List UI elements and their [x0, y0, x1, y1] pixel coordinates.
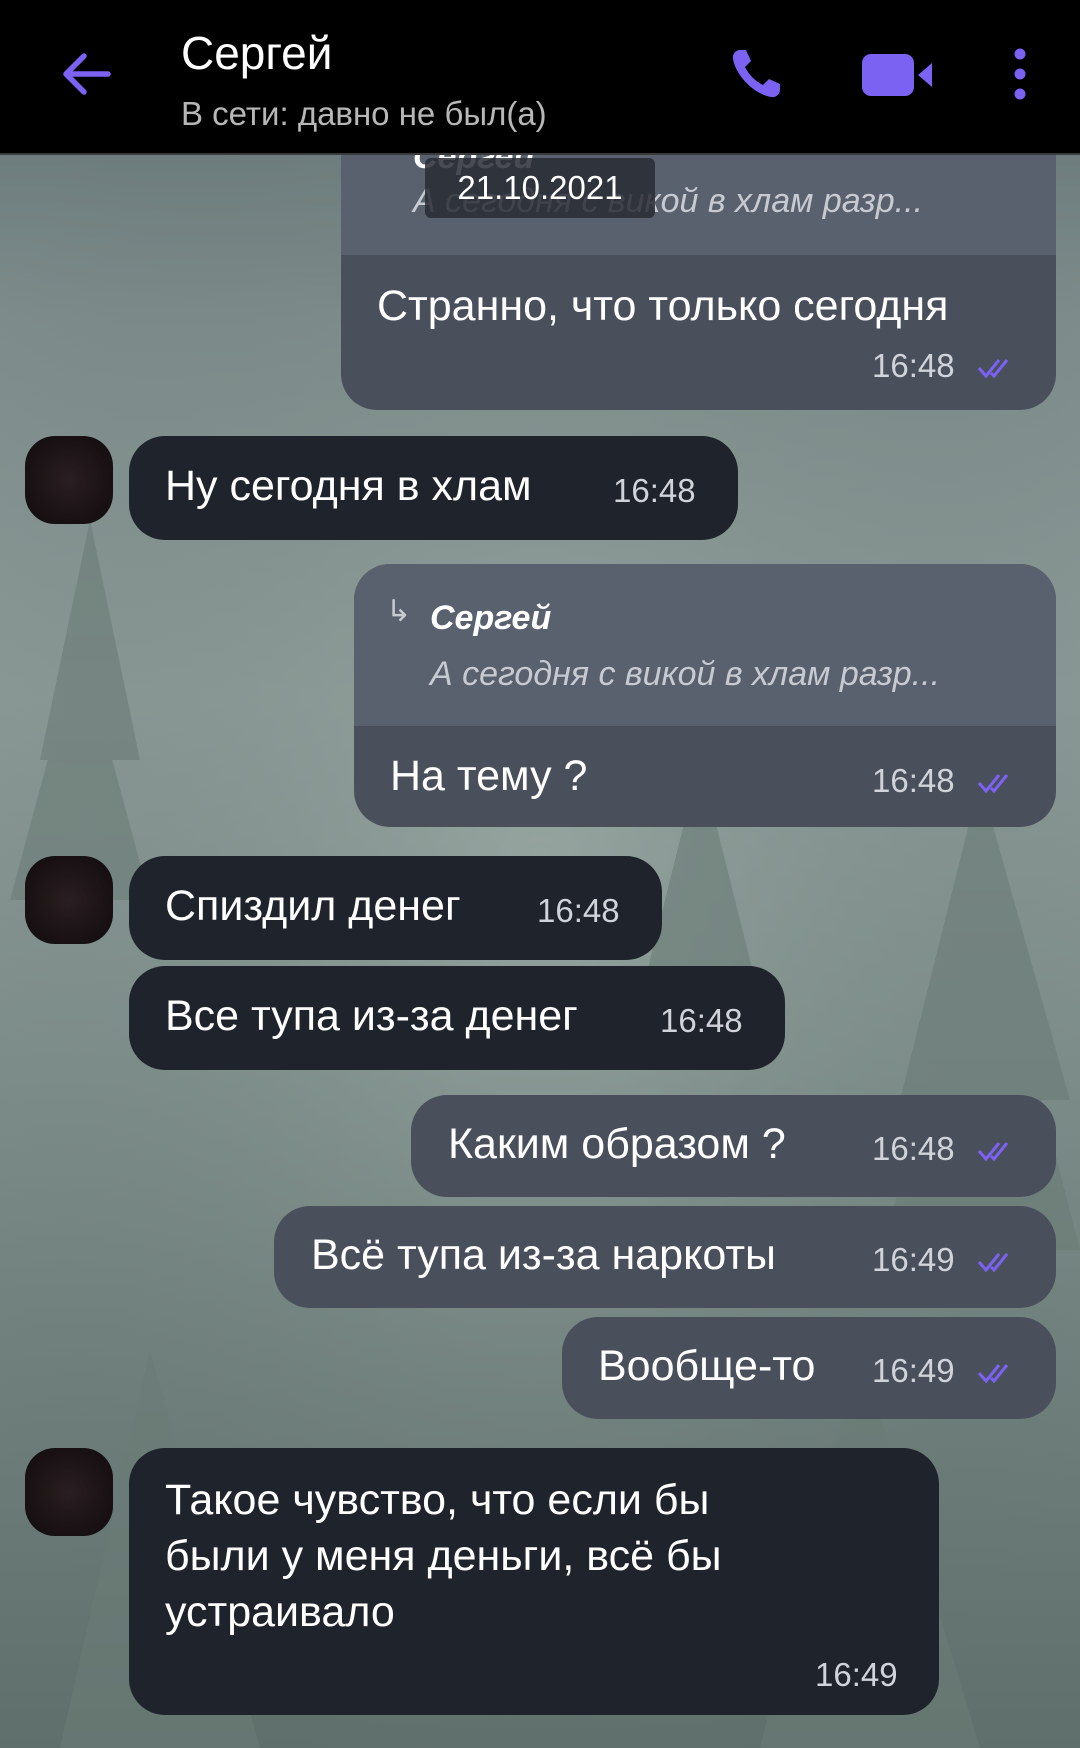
- message-text: Спиздил денег: [165, 882, 461, 930]
- contact-status: В сети: давно не был(а): [181, 95, 547, 132]
- read-receipt-icon: [977, 774, 1009, 794]
- message-text: Вообще-то: [598, 1342, 816, 1390]
- outgoing-message[interactable]: Вообще-то 16:49: [562, 1317, 1056, 1419]
- message-text: Такое чувство, что если бы были у меня д…: [165, 1472, 722, 1640]
- message-time: 16:48: [660, 1002, 743, 1039]
- read-receipt-icon: [977, 1364, 1009, 1384]
- quote-text: А сегодня с викой в хлам разр...: [430, 655, 941, 693]
- message-time: 16:48: [872, 1130, 955, 1167]
- phone-icon[interactable]: [726, 44, 786, 104]
- message-text: Все тупа из-за денег: [165, 992, 578, 1040]
- contact-name[interactable]: Сергей: [181, 26, 332, 80]
- message-text: Каким образом ?: [448, 1120, 786, 1168]
- incoming-message[interactable]: Все тупа из-за денег 16:48: [129, 966, 785, 1070]
- read-receipt-icon: [977, 1142, 1009, 1162]
- outgoing-message[interactable]: ↳ Сергей А сегодня с викой в хлам разр..…: [354, 564, 1056, 827]
- read-receipt-icon: [977, 1253, 1009, 1273]
- incoming-message[interactable]: Такое чувство, что если бы были у меня д…: [129, 1448, 939, 1715]
- date-divider: 21.10.2021: [425, 158, 655, 218]
- reply-quote[interactable]: ↳ Сергей А сегодня с викой в хлам разр..…: [354, 564, 1056, 726]
- message-time: 16:49: [872, 1352, 955, 1389]
- avatar[interactable]: [25, 856, 113, 944]
- message-text: Всё тупа из-за наркоты: [311, 1231, 776, 1279]
- outgoing-message[interactable]: Каким образом ? 16:48: [411, 1095, 1056, 1197]
- message-line: были у меня деньги, всё бы: [165, 1532, 722, 1580]
- read-receipt-icon: [977, 359, 1009, 379]
- message-time: 16:49: [872, 1241, 955, 1278]
- more-options-icon[interactable]: [1005, 44, 1035, 104]
- message-time: 16:48: [872, 347, 955, 384]
- message-text: На тему ?: [390, 752, 588, 800]
- message-time: 16:49: [815, 1656, 898, 1693]
- message-time: 16:48: [537, 892, 620, 929]
- message-time: 16:48: [872, 762, 955, 799]
- reply-arrow-icon: ↳: [386, 595, 412, 628]
- outgoing-message[interactable]: Всё тупа из-за наркоты 16:49: [274, 1206, 1056, 1308]
- quote-author: Сергей: [430, 599, 552, 637]
- message-line: устраивало: [165, 1588, 395, 1636]
- message-line: Такое чувство, что если бы: [165, 1476, 710, 1524]
- incoming-message[interactable]: Спиздил денег 16:48: [129, 856, 662, 960]
- avatar[interactable]: [25, 436, 113, 524]
- message-text: Странно, что только сегодня: [377, 282, 949, 330]
- chat-header: Сергей В сети: давно не был(а): [0, 0, 1080, 155]
- message-text: Ну сегодня в хлам: [165, 462, 532, 510]
- video-call-icon[interactable]: [860, 50, 940, 100]
- avatar[interactable]: [25, 1448, 113, 1536]
- incoming-message[interactable]: Ну сегодня в хлам 16:48: [129, 436, 738, 540]
- back-arrow-icon[interactable]: [56, 44, 116, 104]
- message-time: 16:48: [613, 472, 696, 509]
